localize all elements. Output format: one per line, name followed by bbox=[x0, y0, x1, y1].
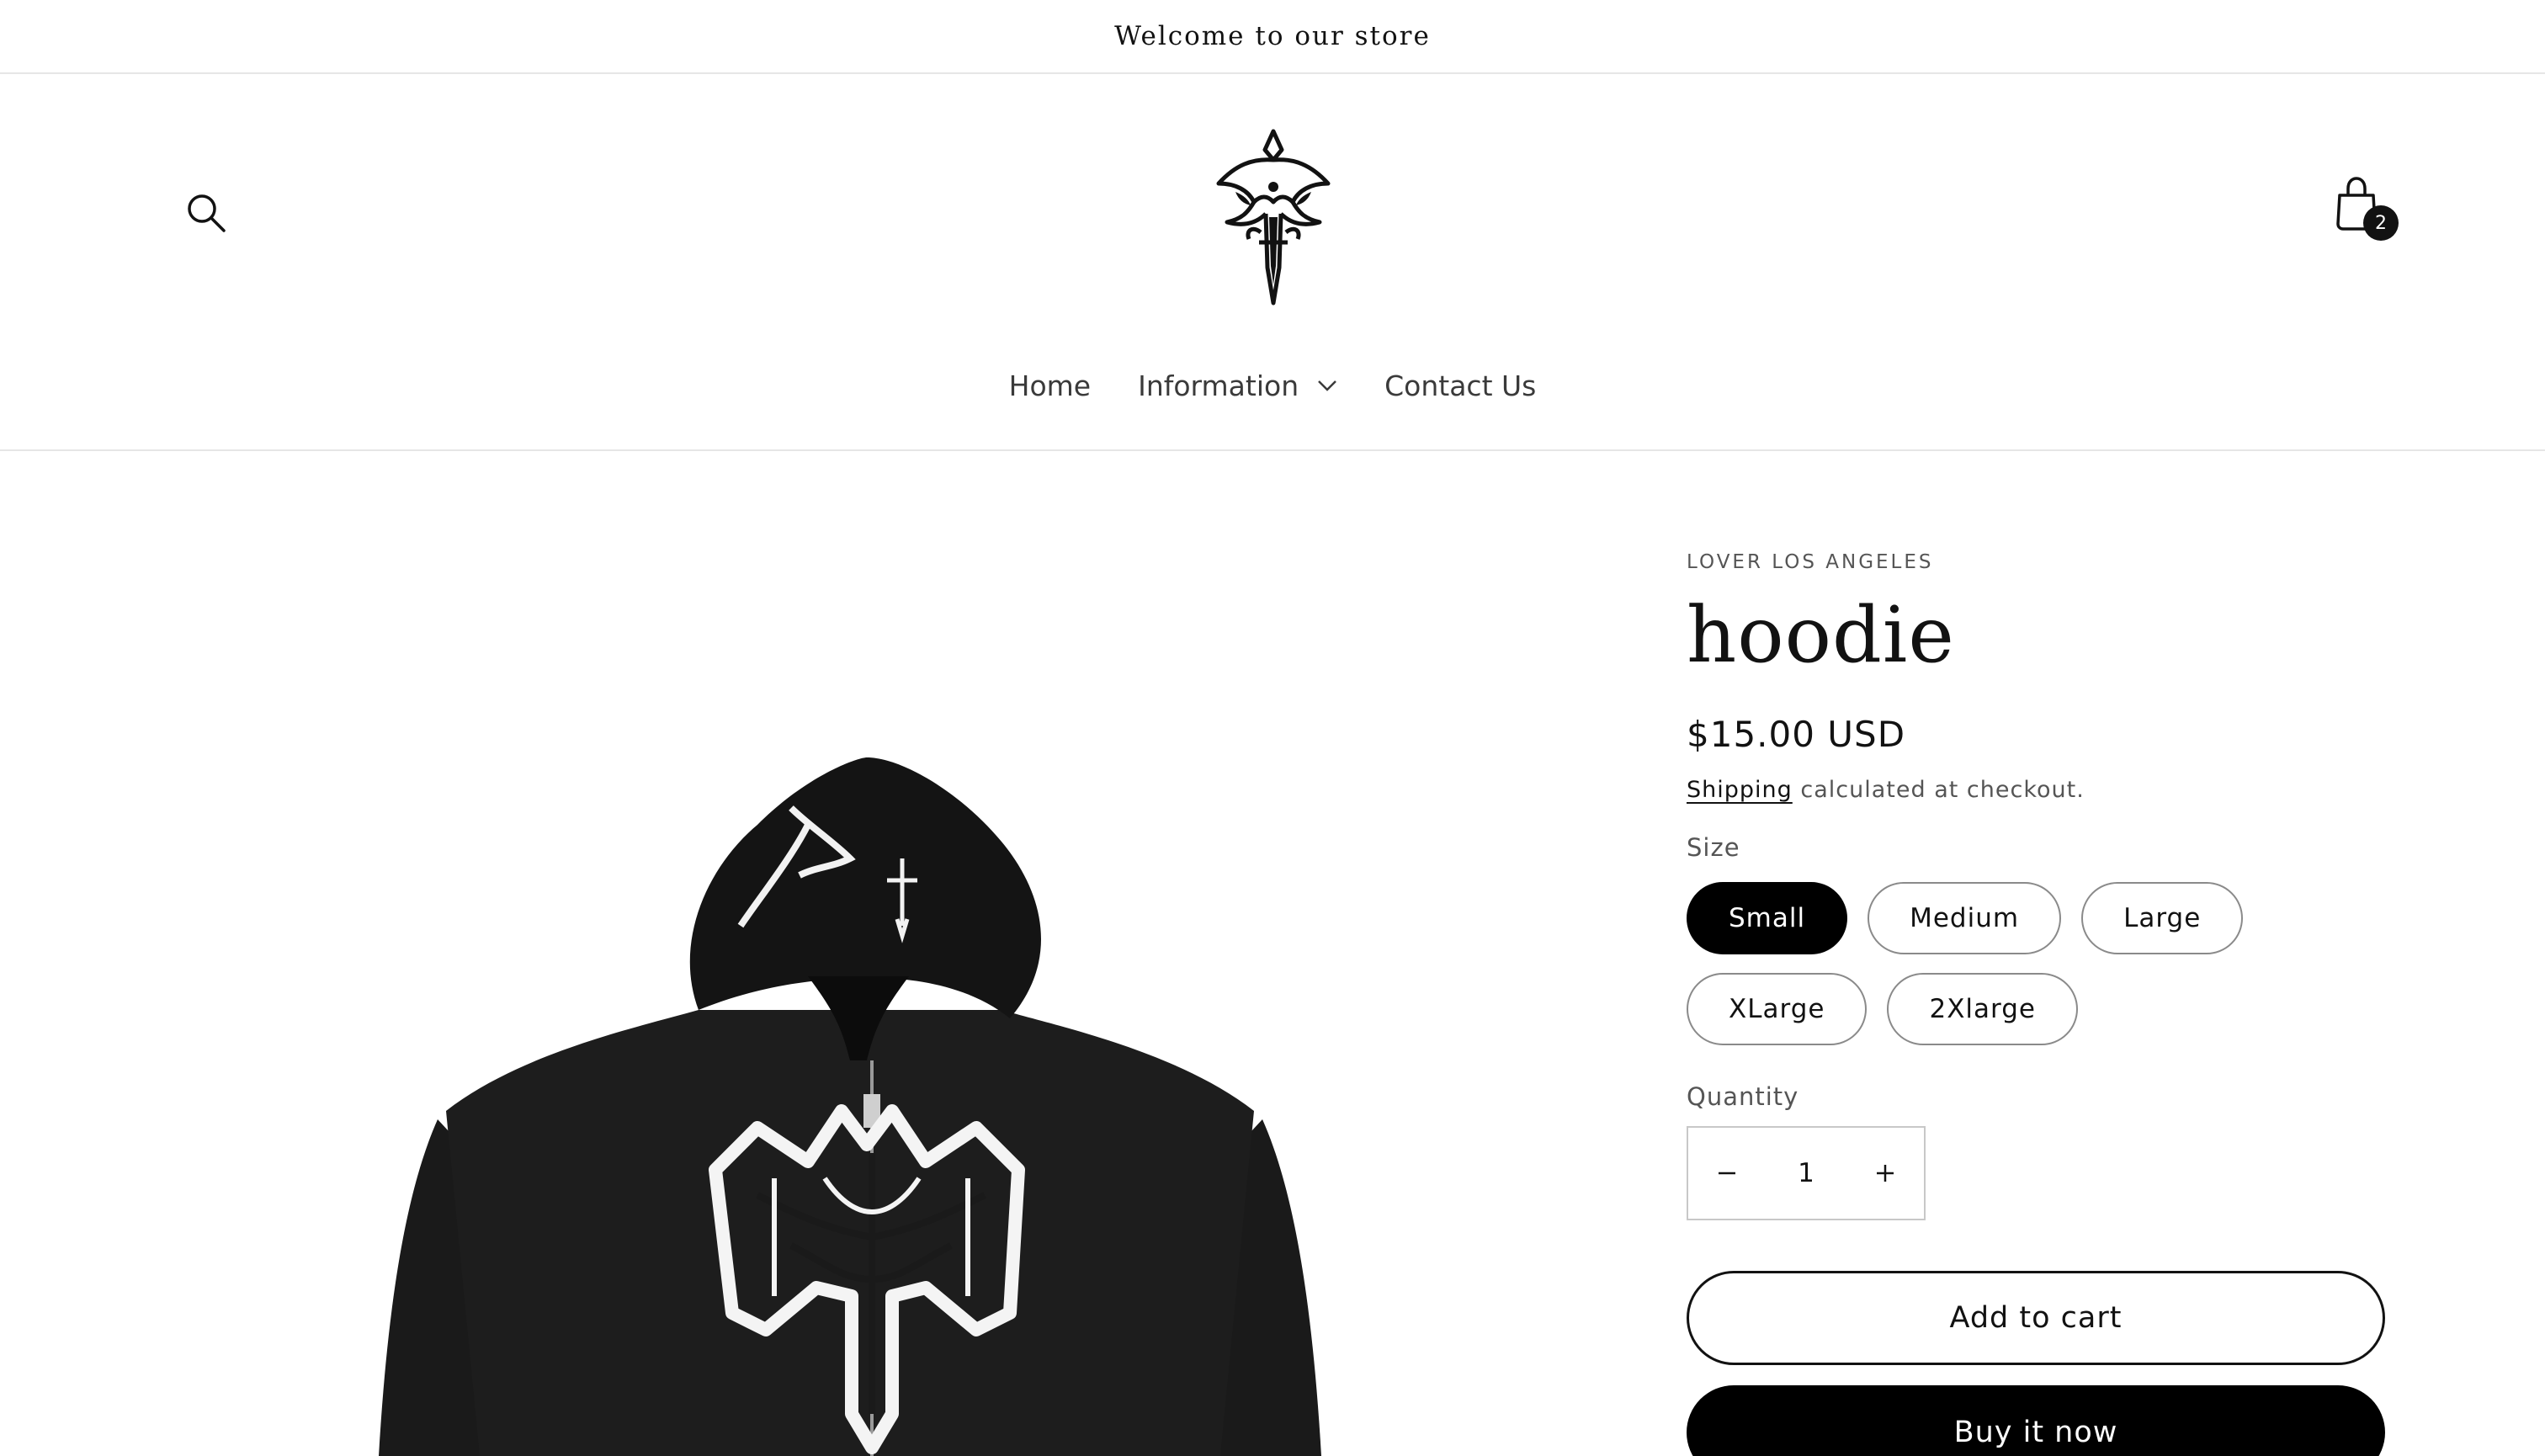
main-navigation: Home Information Contact Us bbox=[0, 352, 2545, 419]
chevron-down-icon bbox=[1317, 379, 1337, 392]
black-zip-hoodie-image bbox=[379, 757, 1321, 1456]
search-button[interactable] bbox=[177, 183, 236, 242]
add-to-cart-button[interactable]: Add to cart bbox=[1687, 1271, 2385, 1365]
store-logo[interactable] bbox=[1202, 125, 1345, 310]
quantity-label: Quantity bbox=[1687, 1082, 1799, 1111]
size-option-xlarge[interactable]: XLarge bbox=[1687, 973, 1868, 1045]
cart-button[interactable]: 2 bbox=[2331, 173, 2407, 249]
product-info: LOVER LOS ANGELES hoodie $15.00 USD Ship… bbox=[1687, 551, 2385, 1456]
product-media-gallery[interactable] bbox=[168, 505, 1532, 1456]
shipping-note: Shipping calculated at checkout. bbox=[1687, 777, 2385, 803]
minus-icon bbox=[1719, 1172, 1735, 1175]
announcement-text: Welcome to our store bbox=[1114, 21, 1431, 51]
product-vendor: LOVER LOS ANGELES bbox=[1687, 551, 1934, 573]
product-title: hoodie bbox=[1687, 590, 1955, 680]
product-price: $15.00 USD bbox=[1687, 714, 1906, 755]
size-option-2xlarge[interactable]: 2Xlarge bbox=[1887, 973, 2078, 1045]
nav-item-contact-us[interactable]: Contact Us bbox=[1361, 361, 1559, 411]
size-option-small[interactable]: Small bbox=[1687, 882, 1848, 954]
nav-item-home[interactable]: Home bbox=[986, 361, 1114, 411]
gothic-cross-logo-icon bbox=[1216, 129, 1331, 306]
shipping-link[interactable]: Shipping bbox=[1687, 777, 1793, 803]
nav-item-information[interactable]: Information bbox=[1114, 361, 1361, 411]
nav-item-label: Information bbox=[1138, 369, 1299, 402]
quantity-decrease-button[interactable] bbox=[1688, 1128, 1766, 1219]
site-header: 2 Home Information Contact Us bbox=[0, 74, 2545, 451]
buy-now-button[interactable]: Buy it now bbox=[1687, 1385, 2385, 1456]
nav-item-label: Home bbox=[1008, 369, 1092, 402]
quantity-increase-button[interactable] bbox=[1846, 1128, 1924, 1219]
size-label: Size bbox=[1687, 833, 1740, 862]
shipping-note-text: calculated at checkout. bbox=[1792, 777, 2085, 803]
quantity-input[interactable] bbox=[1766, 1158, 1846, 1188]
search-icon bbox=[188, 194, 226, 232]
quantity-stepper bbox=[1687, 1126, 1926, 1220]
cart-count-badge: 2 bbox=[2363, 205, 2399, 241]
plus-icon bbox=[1877, 1165, 1894, 1182]
announcement-bar: Welcome to our store bbox=[0, 0, 2545, 74]
size-option-medium[interactable]: Medium bbox=[1868, 882, 2062, 954]
nav-item-label: Contact Us bbox=[1384, 369, 1537, 402]
size-option-large[interactable]: Large bbox=[2081, 882, 2244, 954]
size-options: Small Medium Large XLarge 2Xlarge bbox=[1687, 882, 2293, 1045]
